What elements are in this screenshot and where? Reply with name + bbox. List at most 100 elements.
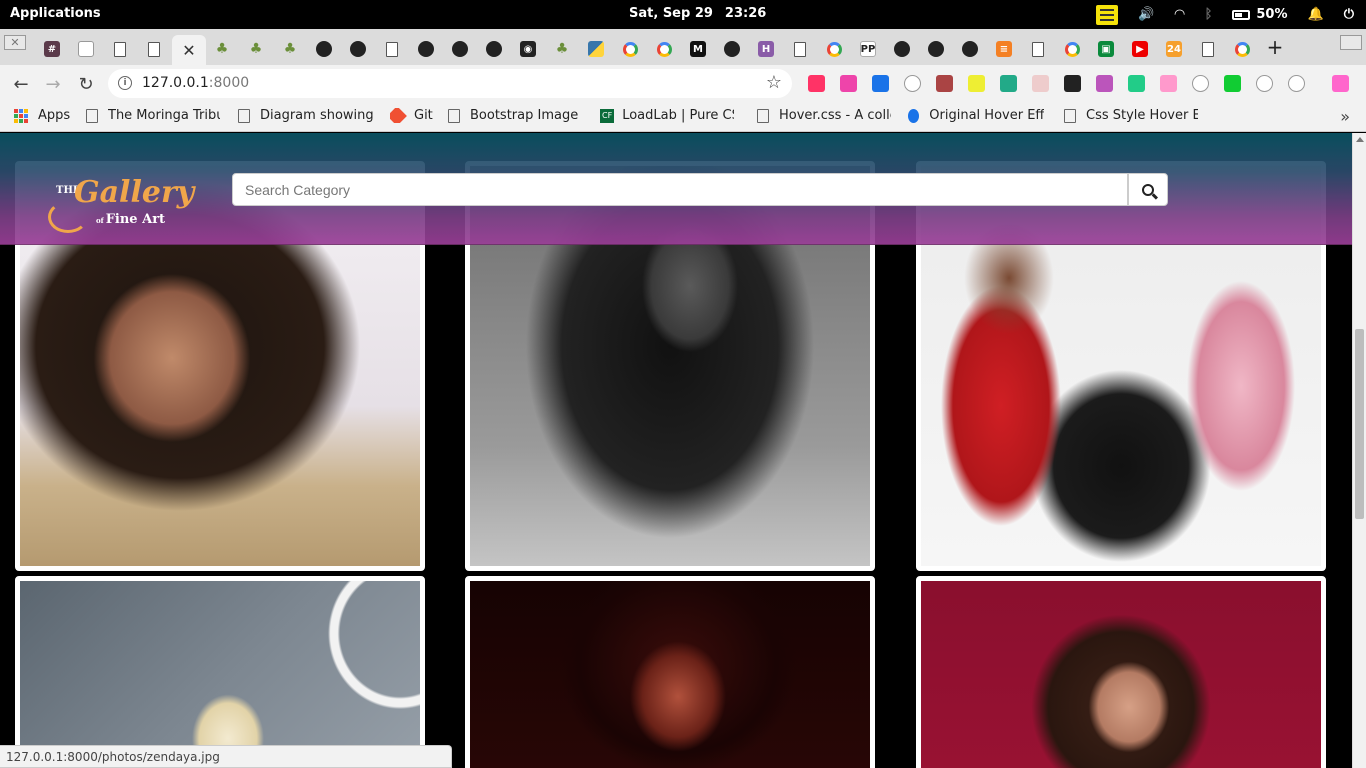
extension-icon[interactable] [872, 75, 889, 92]
new-tab-button[interactable]: + [1262, 35, 1288, 59]
applications-menu[interactable]: Applications [10, 6, 101, 21]
browser-tab[interactable] [308, 35, 340, 63]
browser-tab[interactable] [410, 35, 442, 63]
extension-icon[interactable] [840, 75, 857, 92]
close-tab-icon[interactable]: ✕ [182, 41, 195, 60]
browser-tab[interactable] [138, 35, 170, 63]
extension-icon[interactable] [1000, 75, 1017, 92]
photo-card-cardi-b[interactable] [15, 576, 425, 768]
browser-tab[interactable] [444, 35, 476, 63]
browser-tab[interactable] [886, 35, 918, 63]
power-icon[interactable]: ⏻ [1344, 7, 1354, 22]
browser-tab[interactable] [1192, 35, 1224, 63]
extension-icon[interactable] [1160, 75, 1177, 92]
extension-icon[interactable] [936, 75, 953, 92]
bookmark-hover-css[interactable]: Hover.css - A collection [757, 108, 891, 123]
browser-tab[interactable]: M [682, 35, 714, 63]
page-icon [448, 108, 460, 123]
bookmark-diagram[interactable]: Diagram showing how [238, 108, 374, 123]
extension-icon[interactable] [1032, 75, 1049, 92]
page-scrollbar[interactable] [1352, 133, 1366, 768]
extension-icon[interactable] [1096, 75, 1113, 92]
extension-icon[interactable] [1332, 75, 1349, 92]
extension-icon[interactable] [904, 75, 921, 92]
extension-icon[interactable] [1224, 75, 1241, 92]
back-arrow-icon[interactable]: ← [10, 73, 32, 95]
browser-tab[interactable] [716, 35, 748, 63]
site-info-icon[interactable]: i [118, 76, 132, 90]
search-input[interactable] [233, 174, 1127, 205]
browser-tab[interactable]: PP [852, 35, 884, 63]
google-icon [826, 41, 842, 57]
browser-tab[interactable] [580, 35, 612, 63]
scroll-up-arrow-icon[interactable] [1356, 137, 1364, 142]
bookmark-loadlab[interactable]: CF LoadLab | Pure CSS [600, 108, 734, 123]
clock[interactable]: Sat, Sep 29 23:26 [629, 6, 766, 21]
browser-tab[interactable] [478, 35, 510, 63]
browser-tab[interactable] [614, 35, 646, 63]
browser-tab[interactable]: ♣ [240, 35, 272, 63]
photo-card-camila-red[interactable] [465, 576, 875, 768]
bookmark-bootstrap-image-hover[interactable]: Bootstrap Image Hover [448, 108, 582, 123]
photo-card-camila[interactable] [916, 576, 1326, 768]
window-maximize-button[interactable] [1340, 35, 1362, 50]
extension-icon[interactable] [1192, 75, 1209, 92]
tree-icon: ♣ [249, 41, 263, 57]
search-category-field[interactable] [232, 173, 1128, 206]
volume-icon[interactable]: 🔊 [1138, 7, 1154, 22]
browser-tab[interactable]: # [36, 35, 68, 63]
browser-tab[interactable] [1226, 35, 1258, 63]
search-button[interactable] [1128, 173, 1168, 206]
browser-tab[interactable] [70, 35, 102, 63]
extension-icon[interactable] [1288, 75, 1305, 92]
browser-tab[interactable] [920, 35, 952, 63]
window-close-button[interactable]: ✕ [4, 35, 26, 50]
bookmark-label: Git [414, 108, 433, 123]
reload-icon[interactable]: ↻ [75, 73, 97, 95]
bluetooth-icon[interactable]: ᛒ [1205, 7, 1213, 22]
browser-tab[interactable] [376, 35, 408, 63]
bookmark-star-icon[interactable]: ☆ [766, 72, 782, 93]
browser-tab[interactable] [104, 35, 136, 63]
extension-icon[interactable] [968, 75, 985, 92]
url-text[interactable]: 127.0.0.1:8000 [142, 75, 249, 91]
address-bar[interactable]: i 127.0.0.1:8000 ☆ [108, 69, 792, 98]
bookmark-moringa-tribune[interactable]: The Moringa Tribune [86, 108, 220, 123]
more-bookmarks-icon[interactable]: » [1340, 107, 1350, 126]
medium-icon: M [690, 41, 706, 57]
bookmark-css-style-hover[interactable]: Css Style Hover Effects [1064, 108, 1198, 123]
scrollbar-thumb[interactable] [1355, 329, 1364, 519]
battery-indicator[interactable]: 50% [1232, 7, 1288, 22]
browser-tab[interactable] [1056, 35, 1088, 63]
browser-tab[interactable]: ≡ [988, 35, 1020, 63]
extension-icon[interactable] [1064, 75, 1081, 92]
browser-tab[interactable]: ♣ [546, 35, 578, 63]
browser-tab[interactable] [648, 35, 680, 63]
bookmark-apps[interactable]: Apps [14, 108, 70, 123]
browser-tab[interactable]: ♣ [274, 35, 306, 63]
browser-tab[interactable]: ▣ [1090, 35, 1122, 63]
browser-tab[interactable] [818, 35, 850, 63]
extension-icon[interactable] [1128, 75, 1145, 92]
browser-tab[interactable]: ▶ [1124, 35, 1156, 63]
notification-bell-icon[interactable]: 🔔 [1308, 7, 1324, 22]
browser-tab[interactable] [1022, 35, 1054, 63]
python-icon [588, 41, 604, 57]
browser-tab[interactable]: 24 [1158, 35, 1190, 63]
extension-icon[interactable] [1256, 75, 1273, 92]
page-icon [757, 108, 769, 123]
active-tab[interactable]: ✕ [172, 35, 206, 65]
browser-tab[interactable]: ◉ [512, 35, 544, 63]
wifi-icon[interactable]: ◠ [1175, 7, 1185, 22]
browser-tab[interactable] [784, 35, 816, 63]
extension-icon[interactable] [808, 75, 825, 92]
browser-tab[interactable]: H [750, 35, 782, 63]
forward-arrow-icon[interactable]: → [42, 73, 64, 95]
bookmark-original-hover-effects[interactable]: Original Hover Effects [908, 108, 1044, 123]
browser-tab[interactable]: ♣ [206, 35, 238, 63]
bookmark-git[interactable]: Git [390, 108, 433, 123]
notes-icon[interactable] [1096, 4, 1119, 25]
browser-tab[interactable] [342, 35, 374, 63]
apps-grid-icon [14, 108, 28, 123]
browser-tab[interactable] [954, 35, 986, 63]
